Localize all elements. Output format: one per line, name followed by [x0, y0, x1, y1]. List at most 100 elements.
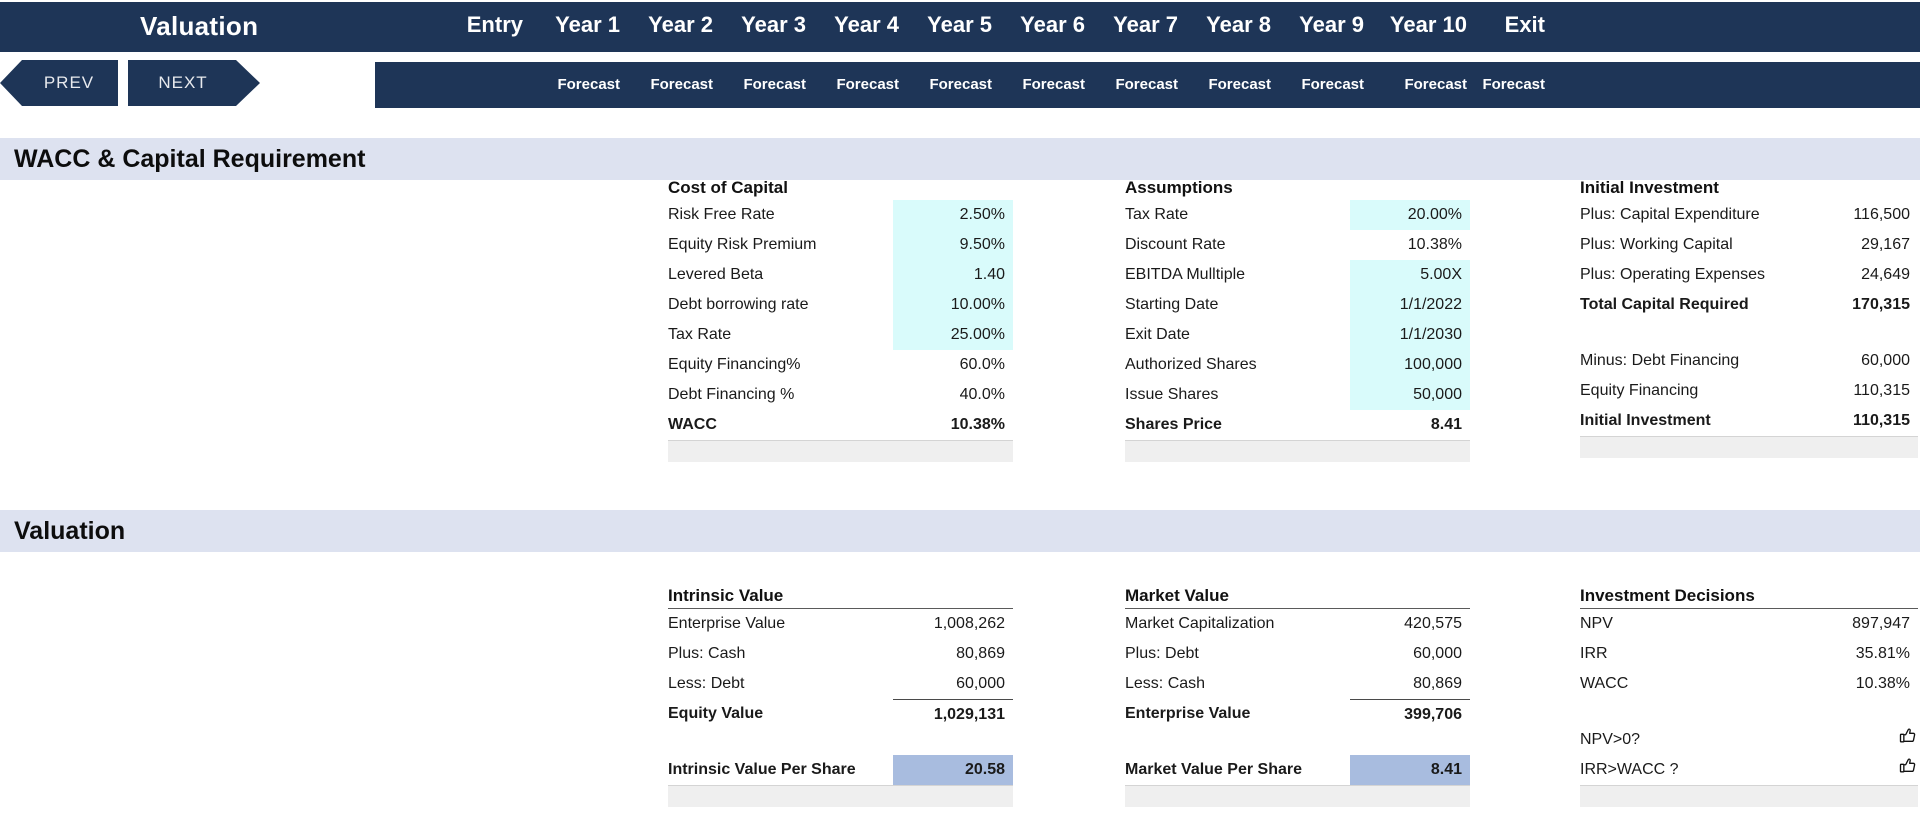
intrinsic-value-row: Equity Value 1,029,131 [668, 699, 1013, 729]
investment-decisions-row: WACC 10.38% [1580, 669, 1918, 699]
initial-investment-label: Initial Investment [1580, 412, 1711, 429]
initial-investment-label: Plus: Operating Expenses [1580, 266, 1765, 283]
initial-investment-value: 170,315 [1852, 296, 1910, 313]
intrinsic-value-label: Less: Debt [668, 675, 745, 692]
initial-investment-row: Equity Financing 110,315 [1580, 376, 1918, 406]
cost-of-capital-row: Levered Beta 1.40 [668, 260, 1013, 290]
intrinsic-value-per-share-value: 20.58 [893, 755, 1013, 785]
market-value-title: Market Value [1125, 586, 1470, 609]
investment-decisions-row: IRR 35.81% [1580, 639, 1918, 669]
assumptions-row: EBITDA Mulltiple 5.00X [1125, 260, 1470, 290]
initial-investment-value: 110,315 [1853, 382, 1910, 399]
year-header-year-3[interactable]: Year 3 [706, 12, 806, 38]
assumptions-footer [1125, 440, 1470, 462]
forecast-label-year-2: Forecast [650, 76, 713, 93]
market-value-row: Market Capitalization 420,575 [1125, 609, 1470, 639]
year-header-year-9[interactable]: Year 9 [1264, 12, 1364, 38]
assumptions-value: 10.38% [1407, 236, 1462, 253]
market-value-row: Enterprise Value 399,706 [1125, 699, 1470, 729]
intrinsic-value-per-share-label: Intrinsic Value Per Share [668, 761, 856, 778]
initial-investment-value: 60,000 [1861, 352, 1910, 369]
initial-investment-row: Minus: Debt Financing 60,000 [1580, 346, 1918, 376]
initial-investment-row: Plus: Working Capital 29,167 [1580, 230, 1918, 260]
cost-of-capital-title: Cost of Capital [668, 178, 788, 197]
assumptions-value[interactable]: 5.00X [1350, 260, 1470, 290]
initial-investment-row: Plus: Capital Expenditure 116,500 [1580, 200, 1918, 230]
page-title: Valuation [140, 11, 259, 41]
assumptions-rows: Tax Rate 20.00% Discount Rate 10.38% EBITDA … [1125, 200, 1470, 440]
next-button-label: NEXT [158, 73, 208, 92]
year-header-year-1[interactable]: Year 1 [520, 12, 620, 38]
market-value-block: Market Value Market Capitalization 420,57… [1125, 586, 1470, 807]
cost-of-capital-label: Debt Financing % [668, 386, 795, 403]
prev-button-wrap[interactable]: PREV [0, 60, 118, 106]
decision-check-label: IRR>WACC ? [1580, 761, 1679, 778]
assumptions-label: Discount Rate [1125, 236, 1226, 253]
cost-of-capital-value: 60.0% [959, 356, 1005, 373]
cost-of-capital-label: WACC [668, 416, 717, 433]
top-navigation: Valuation Entry Year 1 Year 2 Year 3 Year 4Y… [0, 0, 1920, 108]
initial-investment-block: Initial Investment Plus: Capital Expendi… [1580, 178, 1918, 458]
year-header-year-4[interactable]: Year 4 [799, 12, 899, 38]
cost-of-capital-value[interactable]: 10.00% [893, 290, 1013, 320]
cost-of-capital-value[interactable]: 25.00% [893, 320, 1013, 350]
forecast-label-year-9: Forecast [1301, 76, 1364, 93]
assumptions-label: Exit Date [1125, 326, 1190, 343]
initial-investment-rows: Plus: Capital Expenditure 116,500 Plus: Wo… [1580, 200, 1918, 436]
assumptions-label: Issue Shares [1125, 386, 1219, 403]
assumptions-row: Authorized Shares 100,000 [1125, 350, 1470, 380]
cost-of-capital-label: Tax Rate [668, 326, 732, 343]
prev-button[interactable]: PREV [0, 60, 118, 106]
intrinsic-value-value: 60,000 [956, 675, 1005, 692]
forecast-label-year-3: Forecast [743, 76, 806, 93]
decision-check-label: NPV>0? [1580, 731, 1641, 748]
market-value-per-share-value: 8.41 [1350, 755, 1470, 785]
cost-of-capital-value[interactable]: 2.50% [893, 200, 1013, 230]
cost-of-capital-label: Debt borrowing rate [668, 296, 809, 313]
assumptions-block: Assumptions Tax Rate 20.00% Discount Rate 1… [1125, 178, 1470, 462]
initial-investment-value: 116,500 [1853, 206, 1910, 223]
assumptions-value[interactable]: 100,000 [1350, 350, 1470, 380]
investment-decisions-value: 10.38% [1855, 675, 1910, 692]
cost-of-capital-label: Risk Free Rate [668, 206, 775, 223]
cost-of-capital-rows: Risk Free Rate 2.50% Equity Risk Premium 9.… [668, 200, 1013, 440]
year-header-year-5[interactable]: Year 5 [892, 12, 992, 38]
assumptions-value[interactable]: 20.00% [1350, 200, 1470, 230]
next-button-wrap[interactable]: NEXT [128, 60, 260, 106]
forecast-label-year-7: Forecast [1115, 76, 1178, 93]
intrinsic-value-label: Enterprise Value [668, 615, 786, 632]
assumptions-row: Issue Shares 50,000 [1125, 380, 1470, 410]
cost-of-capital-row: Tax Rate 25.00% [668, 320, 1013, 350]
assumptions-value[interactable]: 1/1/2022 [1350, 290, 1470, 320]
cost-of-capital-block: Cost of Capital Risk Free Rate 2.50% Equit… [668, 178, 1013, 462]
year-header-year-2[interactable]: Year 2 [613, 12, 713, 38]
cost-of-capital-value[interactable]: 1.40 [893, 260, 1013, 290]
intrinsic-value-value: 1,008,262 [933, 615, 1005, 632]
market-value-value: 420,575 [1404, 615, 1462, 632]
intrinsic-value-row: Plus: Cash 80,869 [668, 639, 1013, 669]
investment-decisions-checks: NPV>0? IRR>WACC ? [1580, 725, 1918, 785]
year-header-year-6[interactable]: Year 6 [985, 12, 1085, 38]
assumptions-value[interactable]: 1/1/2030 [1350, 320, 1470, 350]
assumptions-value[interactable]: 50,000 [1350, 380, 1470, 410]
year-header-entry[interactable]: Entry [423, 12, 523, 38]
initial-investment-label: Total Capital Required [1580, 296, 1749, 313]
next-button[interactable]: NEXT [128, 60, 260, 106]
forecast-label-year-4: Forecast [836, 76, 899, 93]
intrinsic-value-value: 1,029,131 [893, 699, 1013, 729]
market-value-value: 399,706 [1350, 699, 1470, 729]
year-header-year-7[interactable]: Year 7 [1078, 12, 1178, 38]
cost-of-capital-label: Equity Financing% [668, 356, 801, 373]
year-header-exit[interactable]: Exit [1445, 12, 1545, 38]
market-value-label: Enterprise Value [1125, 705, 1251, 722]
investment-decisions-rows: NPV 897,947 IRR 35.81% WACC 10.38% [1580, 609, 1918, 699]
assumptions-value: 8.41 [1430, 416, 1462, 433]
forecast-label-year-5: Forecast [929, 76, 992, 93]
investment-decisions-label: WACC [1580, 675, 1629, 692]
intrinsic-value-footer [668, 785, 1013, 807]
year-header-year-8[interactable]: Year 8 [1171, 12, 1271, 38]
cost-of-capital-value[interactable]: 9.50% [893, 230, 1013, 260]
initial-investment-row: Initial Investment 110,315 [1580, 406, 1918, 436]
section-title-valuation: Valuation [14, 516, 126, 545]
investment-decisions-value: 897,947 [1852, 615, 1910, 632]
